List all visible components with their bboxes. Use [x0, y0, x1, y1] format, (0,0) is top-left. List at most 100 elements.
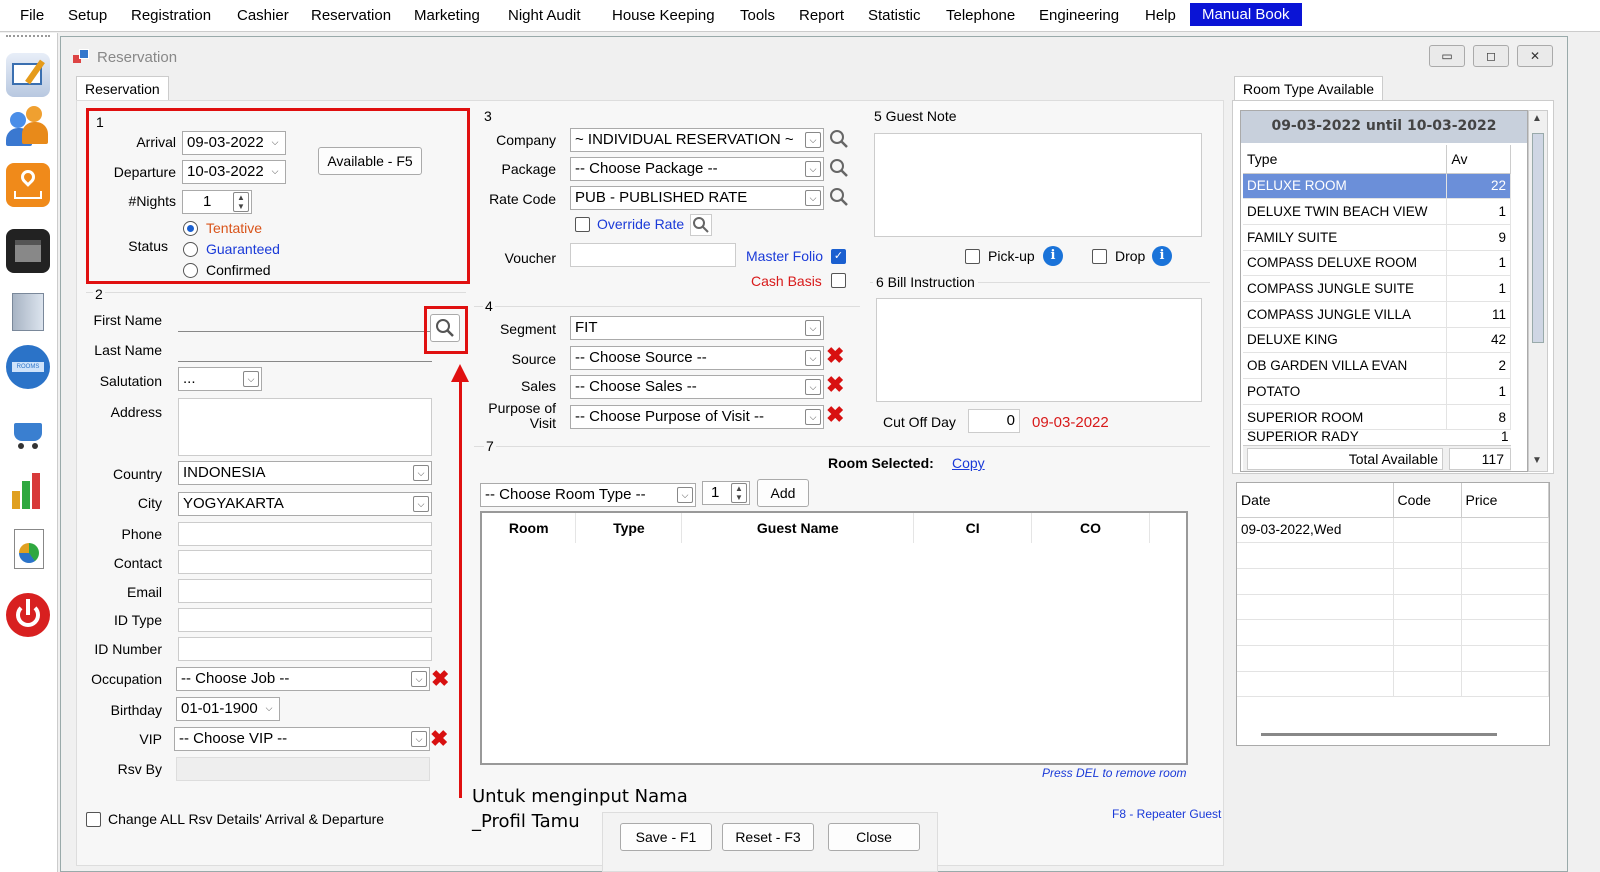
menu-house-keeping[interactable]: House Keeping [612, 7, 715, 24]
add-room-button[interactable]: Add [757, 479, 809, 507]
rate-code-search-icon[interactable] [828, 186, 850, 208]
salutation-select[interactable]: ... ⌵ [178, 367, 262, 391]
cash-basis-checkbox[interactable] [831, 273, 846, 288]
menu-night-audit[interactable]: Night Audit [508, 7, 581, 24]
clear-vip-icon[interactable]: ✖ [430, 728, 448, 750]
close-button[interactable]: Close [828, 823, 920, 851]
pickup-info-icon[interactable]: i [1043, 246, 1063, 266]
master-folio-checkbox[interactable]: ✓ [831, 249, 846, 264]
menu-tools[interactable]: Tools [740, 7, 775, 24]
drop-checkbox[interactable] [1092, 249, 1107, 264]
scroll-thumb[interactable] [1532, 133, 1544, 343]
address-input[interactable] [178, 398, 432, 456]
id-number-input[interactable] [178, 637, 432, 661]
override-rate-search-icon[interactable] [690, 214, 712, 236]
company-select[interactable]: ~ INDIVIDUAL RESERVATION ~ ⌵ [570, 128, 824, 152]
clear-sales-icon[interactable]: ✖ [826, 374, 844, 396]
cart-icon[interactable] [6, 413, 50, 457]
voucher-input[interactable] [570, 243, 736, 267]
cash-basis-label[interactable]: Cash Basis [751, 273, 822, 289]
vip-select[interactable]: -- Choose VIP -- ⌵ [174, 727, 430, 751]
rate-code-select[interactable]: PUB - PUBLISHED RATE ⌵ [570, 186, 824, 210]
minimize-button[interactable]: ▭ [1429, 45, 1465, 67]
override-rate-checkbox[interactable] [575, 217, 590, 232]
menu-registration[interactable]: Registration [131, 7, 211, 24]
close-window-button[interactable]: ✕ [1517, 45, 1553, 67]
table-row[interactable]: DELUXE ROOM 22 [1243, 173, 1511, 200]
table-row[interactable]: OB GARDEN VILLA EVAN 2 [1243, 352, 1511, 379]
drop-info-icon[interactable]: i [1152, 246, 1172, 266]
table-row[interactable]: COMPASS JUNGLE VILLA 11 [1243, 301, 1511, 328]
change-all-checkbox[interactable] [86, 812, 101, 827]
building-icon[interactable] [6, 289, 50, 333]
rates-scrollbar[interactable] [1261, 733, 1497, 736]
clear-purpose-icon[interactable]: ✖ [826, 404, 844, 426]
rates-table[interactable]: Date Code Price 09-03-2022,Wed [1236, 482, 1550, 746]
rooms-available-icon[interactable]: ROOMS [6, 345, 50, 389]
bill-instruction-input[interactable] [876, 298, 1202, 402]
room-type-select[interactable]: -- Choose Room Type -- ⌵ [480, 483, 696, 507]
form-icon[interactable] [6, 53, 50, 97]
guest-note-input[interactable] [874, 133, 1202, 237]
scroll-up-icon[interactable]: ▲ [1532, 113, 1542, 124]
menu-help[interactable]: Help [1145, 7, 1176, 24]
selected-rooms-table[interactable]: Room Type Guest Name CI CO [480, 511, 1188, 765]
menu-marketing[interactable]: Marketing [414, 7, 480, 24]
cutoff-input[interactable]: 0 [968, 409, 1020, 433]
override-rate-label[interactable]: Override Rate [597, 216, 684, 232]
reset-button[interactable]: Reset - F3 [722, 823, 814, 851]
table-row[interactable]: COMPASS DELUXE ROOM 1 [1243, 250, 1511, 277]
sales-select[interactable]: -- Choose Sales -- ⌵ [570, 375, 824, 399]
pickup-checkbox[interactable] [965, 249, 980, 264]
table-row[interactable]: SUPERIOR ROOM 8 [1243, 404, 1511, 431]
table-row[interactable]: COMPASS JUNGLE SUITE 1 [1243, 275, 1511, 302]
menu-report[interactable]: Report [799, 7, 844, 24]
segment-select[interactable]: FIT ⌵ [570, 316, 824, 340]
table-row[interactable]: DELUXE TWIN BEACH VIEW 1 [1243, 198, 1511, 225]
room-qty-stepper[interactable]: 1 ▲ ▼ [702, 481, 750, 505]
country-select[interactable]: INDONESIA ⌵ [178, 461, 432, 485]
availability-scrollbar[interactable]: ▲ ▼ [1528, 110, 1548, 472]
availability-table[interactable]: Type Av DELUXE ROOM 22 DELUXE TWIN BEACH V… [1243, 145, 1511, 431]
power-icon[interactable] [6, 593, 50, 637]
room-availability-grid[interactable]: 09-03-2022 until 10-03-2022 Type Av DELUX… [1240, 110, 1528, 472]
clear-source-icon[interactable]: ✖ [826, 345, 844, 367]
occupation-select[interactable]: -- Choose Job -- ⌵ [176, 667, 430, 691]
birthday-date[interactable]: 01-01-1900 ⌵ [176, 697, 280, 721]
repeater-guest-link[interactable]: F8 - Repeater Guest [1112, 807, 1221, 821]
package-search-icon[interactable] [828, 157, 850, 179]
guests-icon[interactable] [6, 106, 50, 150]
source-select[interactable]: -- Choose Source -- ⌵ [570, 346, 824, 370]
id-type-input[interactable] [178, 608, 432, 632]
purpose-select[interactable]: -- Choose Purpose of Visit -- ⌵ [570, 405, 824, 429]
package-select[interactable]: -- Choose Package -- ⌵ [570, 157, 824, 181]
menu-engineering[interactable]: Engineering [1039, 7, 1119, 24]
table-row[interactable]: DELUXE KING 42 [1243, 327, 1511, 354]
master-folio-label[interactable]: Master Folio [746, 248, 823, 264]
calendar-icon[interactable] [6, 229, 50, 273]
menu-reservation[interactable]: Reservation [311, 7, 391, 24]
chart-icon[interactable] [6, 469, 50, 513]
tab-room-type-available[interactable]: Room Type Available [1234, 76, 1384, 100]
tab-reservation[interactable]: Reservation [76, 76, 169, 100]
phone-input[interactable] [178, 522, 432, 546]
email-input[interactable] [178, 579, 432, 603]
menu-statistic[interactable]: Statistic [868, 7, 921, 24]
clear-occupation-icon[interactable]: ✖ [431, 668, 449, 690]
scroll-down-icon[interactable]: ▼ [1532, 455, 1542, 466]
city-select[interactable]: YOGYAKARTA ⌵ [178, 492, 432, 516]
table-row[interactable]: FAMILY SUITE 9 [1243, 224, 1511, 251]
menu-telephone[interactable]: Telephone [946, 7, 1015, 24]
last-name-input[interactable] [178, 338, 432, 362]
company-search-icon[interactable] [828, 128, 850, 150]
menu-cashier[interactable]: Cashier [237, 7, 289, 24]
contact-input[interactable] [178, 550, 432, 574]
copy-link[interactable]: Copy [952, 455, 985, 471]
menu-manual-book[interactable]: Manual Book [1190, 3, 1302, 26]
report-pie-icon[interactable] [6, 527, 50, 571]
table-row[interactable]: 09-03-2022,Wed [1237, 517, 1549, 544]
menu-setup[interactable]: Setup [68, 7, 107, 24]
maximize-button[interactable]: ◻ [1473, 45, 1509, 67]
table-row[interactable]: POTATO 1 [1243, 378, 1511, 405]
save-button[interactable]: Save - F1 [620, 823, 712, 851]
